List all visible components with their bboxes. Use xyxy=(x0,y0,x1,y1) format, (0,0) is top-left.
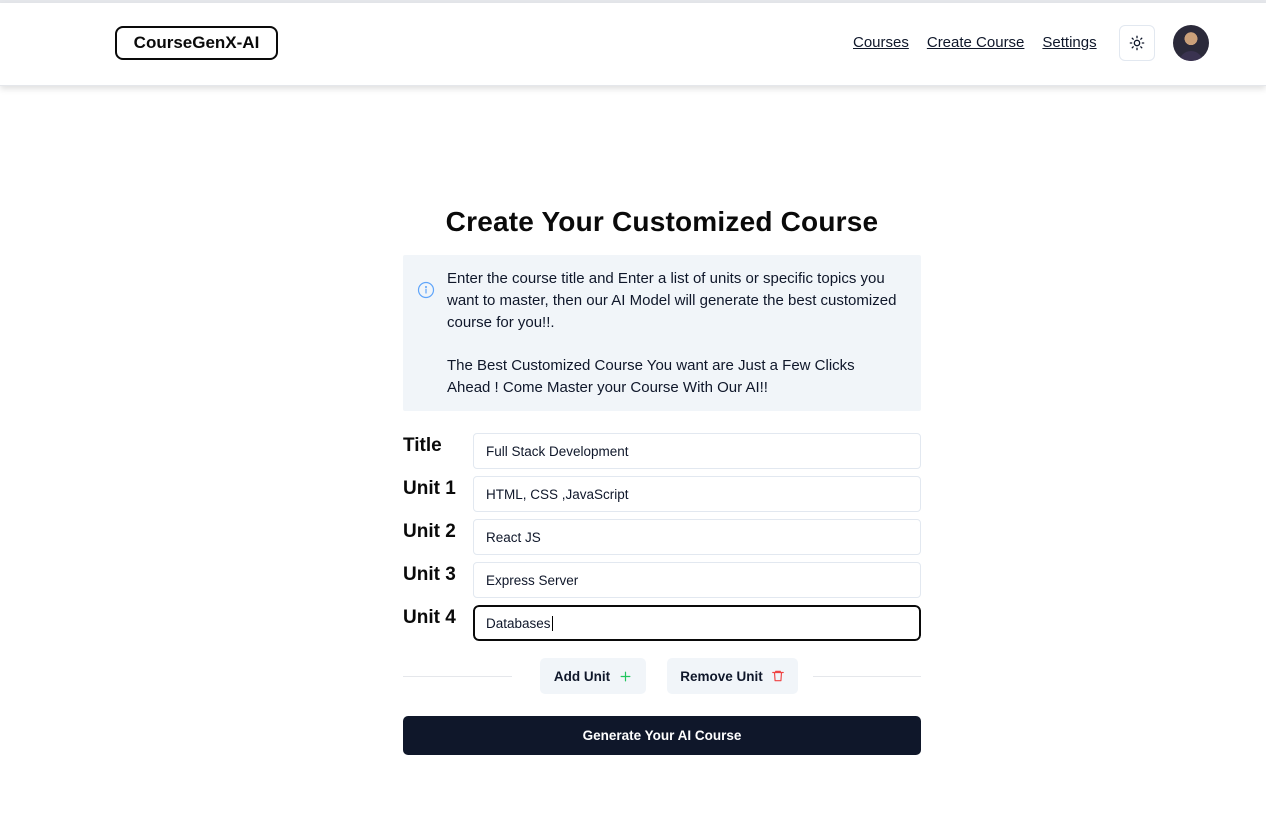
remove-unit-button[interactable]: Remove Unit xyxy=(667,658,798,694)
unit-3-input[interactable]: Express Server xyxy=(473,562,921,598)
create-course-section: Create Your Customized Course Enter the … xyxy=(403,205,923,755)
plus-icon xyxy=(620,671,631,681)
unit-1-input[interactable]: HTML, CSS ,JavaScript xyxy=(473,476,921,512)
form-row-unit-1: Unit 1 HTML, CSS ,JavaScript xyxy=(403,476,921,519)
main-nav: Courses Create Course Settings xyxy=(853,34,1097,51)
unit-4-label: Unit 4 xyxy=(403,607,456,628)
trash-icon xyxy=(771,670,784,682)
add-unit-button[interactable]: Add Unit xyxy=(540,658,646,694)
navbar: CourseGenX-AI Courses Create Course Sett… xyxy=(0,3,1266,86)
form-row-unit-4: Unit 4 Databases xyxy=(403,603,923,648)
info-box: Enter the course title and Enter a list … xyxy=(403,255,921,411)
unit-2-input[interactable]: React JS xyxy=(473,519,921,555)
info-text-1: Enter the course title and Enter a list … xyxy=(447,270,897,331)
unit-2-label: Unit 2 xyxy=(403,521,456,542)
unit-1-label: Unit 1 xyxy=(403,478,456,499)
unit-actions: Add Unit Remove Unit xyxy=(403,658,921,694)
text-caret xyxy=(551,615,553,631)
user-avatar[interactable] xyxy=(1173,25,1209,61)
title-label: Title xyxy=(403,435,442,456)
app-logo[interactable]: CourseGenX-AI xyxy=(115,26,278,60)
unit-4-input[interactable]: Databases xyxy=(471,603,923,643)
course-form: Title Full Stack Development Unit 1 HTML… xyxy=(403,433,923,648)
theme-toggle-button[interactable] xyxy=(1119,25,1155,61)
title-input[interactable]: Full Stack Development xyxy=(473,433,921,469)
page-title: Create Your Customized Course xyxy=(445,206,879,237)
nav-create-course[interactable]: Create Course xyxy=(927,34,1025,51)
nav-settings[interactable]: Settings xyxy=(1042,34,1096,51)
info-icon xyxy=(417,281,435,306)
form-row-unit-2: Unit 2 React JS xyxy=(403,519,921,562)
unit-4-value: Databases xyxy=(486,615,551,631)
remove-unit-label: Remove Unit xyxy=(680,668,763,684)
info-text-2: The Best Customized Course You want are … xyxy=(447,357,855,396)
unit-3-label: Unit 3 xyxy=(403,564,456,585)
divider-left xyxy=(403,676,512,677)
generate-course-button[interactable]: Generate Your AI Course xyxy=(403,716,921,755)
form-row-unit-3: Unit 3 Express Server xyxy=(403,562,921,605)
form-row-title: Title Full Stack Development xyxy=(403,433,921,476)
add-unit-label: Add Unit xyxy=(553,668,611,684)
divider-right xyxy=(813,676,921,677)
nav-courses[interactable]: Courses xyxy=(853,34,909,51)
sun-icon xyxy=(1129,35,1145,51)
